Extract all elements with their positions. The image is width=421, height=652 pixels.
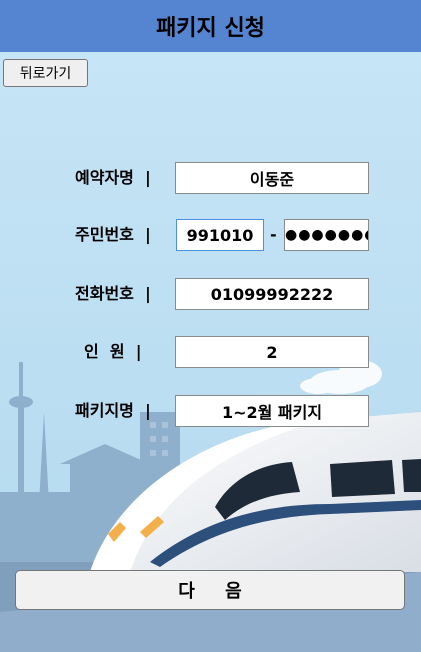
phone-field[interactable] [175, 278, 369, 310]
form-row-people: 인 원 | [0, 336, 421, 368]
package-name-field[interactable] [175, 395, 369, 427]
rrn-front-field[interactable] [176, 219, 264, 251]
next-button[interactable]: 다 음 [15, 570, 405, 610]
page-title: 패키지 신청 [0, 0, 421, 52]
reserver-name-field[interactable] [175, 162, 369, 194]
rrn-separator: - [270, 225, 277, 244]
form-row-name: 예약자명 | [0, 162, 421, 194]
people-label: 인 원 | [84, 342, 142, 361]
rrn-back-field[interactable] [284, 219, 369, 251]
back-button[interactable]: 뒤로가기 [3, 59, 88, 87]
form-row-rrn: 주민번호 | - [0, 219, 421, 251]
form-row-phone: 전화번호 | [0, 278, 421, 310]
people-count-field[interactable] [175, 336, 369, 368]
name-label: 예약자명 | [75, 168, 151, 187]
phone-label: 전화번호 | [75, 284, 151, 303]
form-row-package: 패키지명 | [0, 395, 421, 427]
package-label: 패키지명 | [75, 401, 151, 420]
rrn-label: 주민번호 | [75, 225, 151, 244]
